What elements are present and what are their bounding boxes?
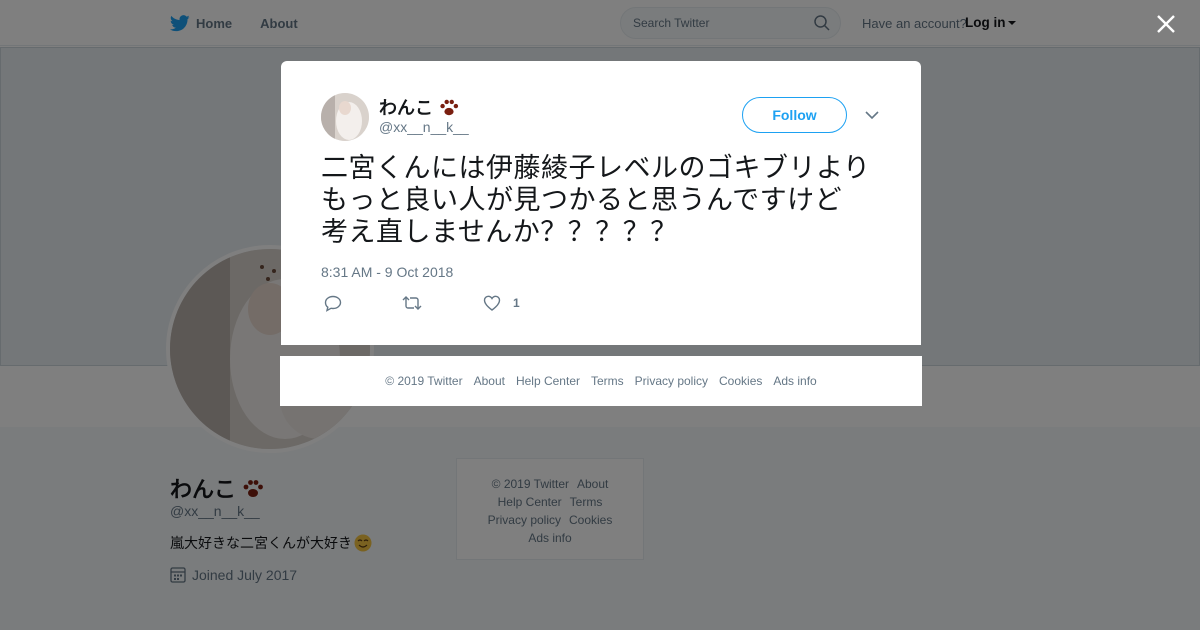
tweet-timestamp[interactable]: 8:31 AM - 9 Oct 2018	[321, 264, 453, 280]
modal-footer: © 2019 Twitter About Help Center Terms P…	[280, 356, 922, 406]
retweet-button[interactable]	[402, 295, 422, 311]
tweet-author-handle[interactable]: @xx__n__k__	[379, 119, 469, 135]
follow-button[interactable]: Follow	[742, 97, 847, 133]
mf-about-link[interactable]: About	[474, 374, 505, 388]
like-count: 1	[513, 296, 520, 310]
reply-icon	[324, 295, 342, 312]
tweet-modal: わんこ @xx__n__k__ Follow 二宮くんには伊藤綾子レベルのゴキブ…	[281, 61, 921, 345]
like-button[interactable]: 1	[483, 295, 520, 311]
mf-terms-link[interactable]: Terms	[591, 374, 624, 388]
author-avatar-image	[321, 93, 369, 141]
mf-copyright: © 2019 Twitter	[385, 374, 463, 388]
heart-icon	[483, 295, 501, 311]
tweet-author-avatar[interactable]	[321, 93, 369, 141]
chevron-down-icon[interactable]	[865, 109, 879, 121]
paw-icon	[440, 99, 459, 116]
mf-privacy-link[interactable]: Privacy policy	[635, 374, 708, 388]
tweet-text-line: 考え直しませんか？？？？？	[321, 217, 678, 248]
retweet-icon	[402, 296, 422, 310]
tweet-text-line: 二宮くんには伊藤綾子レベルのゴキブリより	[321, 153, 871, 184]
mf-cookies-link[interactable]: Cookies	[719, 374, 762, 388]
close-icon[interactable]	[1154, 12, 1178, 36]
tweet-text: 二宮くんには伊藤綾子レベルのゴキブリより もっと良い人が見つかると思うんですけど…	[321, 153, 896, 249]
tweet-text-line: もっと良い人が見つかると思うんですけど	[321, 185, 843, 216]
tweet-author-name-text: わんこ	[379, 98, 433, 118]
tweet-author-name[interactable]: わんこ	[379, 94, 460, 120]
reply-button[interactable]	[324, 295, 342, 312]
mf-help-link[interactable]: Help Center	[516, 374, 580, 388]
mf-ads-link[interactable]: Ads info	[773, 374, 816, 388]
